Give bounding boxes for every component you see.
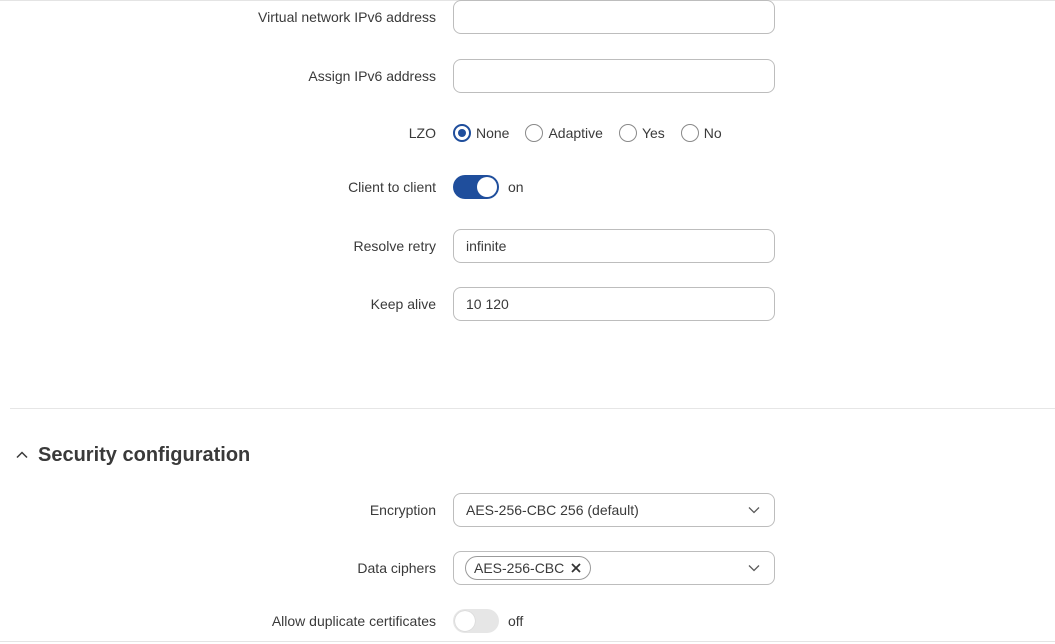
client-to-client-label: Client to client bbox=[348, 179, 436, 195]
data-ciphers-row: Data ciphers AES-256-CBC bbox=[0, 551, 1055, 585]
client-to-client-toggle-wrap: on bbox=[453, 175, 524, 199]
lzo-radio-group: None Adaptive Yes No bbox=[453, 124, 738, 142]
lzo-label: LZO bbox=[408, 125, 436, 141]
resolve-retry-label: Resolve retry bbox=[353, 238, 436, 254]
resolve-retry-input[interactable] bbox=[453, 229, 775, 263]
close-icon[interactable] bbox=[570, 562, 582, 574]
lzo-option-label: None bbox=[476, 125, 510, 141]
client-to-client-state: on bbox=[508, 179, 524, 195]
lzo-option-no[interactable]: No bbox=[680, 124, 722, 142]
client-to-client-toggle[interactable] bbox=[453, 175, 499, 199]
radio-checked-icon[interactable] bbox=[453, 124, 471, 142]
resolve-retry-row: Resolve retry bbox=[0, 229, 1055, 263]
cipher-chip: AES-256-CBC bbox=[465, 556, 592, 580]
data-ciphers-label: Data ciphers bbox=[357, 560, 436, 576]
assign-ipv6-input[interactable] bbox=[453, 59, 775, 93]
chevron-down-icon bbox=[748, 565, 760, 572]
allow-duplicate-certs-label: Allow duplicate certificates bbox=[271, 613, 436, 629]
radio-unchecked-icon[interactable] bbox=[525, 124, 544, 142]
lzo-option-label: Adaptive bbox=[548, 125, 603, 141]
section-divider bbox=[10, 408, 1055, 409]
vpn-settings-page: Virtual network IPv6 address Assign IPv6… bbox=[0, 0, 1055, 644]
security-section-header[interactable]: Security configuration bbox=[14, 441, 250, 469]
data-ciphers-select[interactable]: AES-256-CBC bbox=[453, 551, 775, 585]
client-to-client-row: Client to client on bbox=[0, 170, 1055, 204]
lzo-option-adaptive[interactable]: Adaptive bbox=[525, 124, 603, 142]
encryption-row: Encryption AES-256-CBC 256 (default) bbox=[0, 493, 1055, 527]
toggle-knob bbox=[477, 177, 497, 197]
ipv6-address-input[interactable] bbox=[453, 0, 775, 34]
toggle-knob bbox=[455, 611, 475, 631]
lzo-row: LZO None Adaptive Yes No bbox=[0, 116, 1055, 150]
allow-duplicate-certs-row: Allow duplicate certificates off bbox=[0, 604, 1055, 638]
ipv6-address-row: Virtual network IPv6 address bbox=[0, 0, 1055, 34]
keep-alive-row: Keep alive bbox=[0, 287, 1055, 321]
cipher-chip-label: AES-256-CBC bbox=[474, 560, 565, 576]
allow-duplicate-certs-state: off bbox=[508, 613, 524, 629]
allow-duplicate-certs-toggle-wrap: off bbox=[453, 609, 523, 633]
ipv6-address-label: Virtual network IPv6 address bbox=[258, 9, 436, 25]
lzo-option-label: No bbox=[703, 125, 722, 141]
lzo-option-none[interactable]: None bbox=[453, 124, 509, 142]
radio-unchecked-icon[interactable] bbox=[680, 124, 699, 142]
chevron-up-icon[interactable] bbox=[14, 447, 30, 463]
keep-alive-input[interactable] bbox=[453, 287, 775, 321]
keep-alive-label: Keep alive bbox=[370, 296, 436, 312]
allow-duplicate-certs-toggle[interactable] bbox=[453, 609, 499, 633]
encryption-label: Encryption bbox=[369, 502, 436, 518]
lzo-option-label: Yes bbox=[641, 125, 665, 141]
encryption-value: AES-256-CBC 256 (default) bbox=[466, 502, 639, 518]
section-title: Security configuration bbox=[38, 443, 251, 466]
bottom-border bbox=[0, 641, 1055, 642]
chevron-down-icon bbox=[748, 507, 760, 514]
lzo-option-yes[interactable]: Yes bbox=[618, 124, 665, 142]
radio-unchecked-icon[interactable] bbox=[618, 124, 637, 142]
assign-ipv6-label: Assign IPv6 address bbox=[308, 68, 436, 84]
encryption-select[interactable]: AES-256-CBC 256 (default) bbox=[453, 493, 775, 527]
assign-ipv6-row: Assign IPv6 address bbox=[0, 59, 1055, 93]
